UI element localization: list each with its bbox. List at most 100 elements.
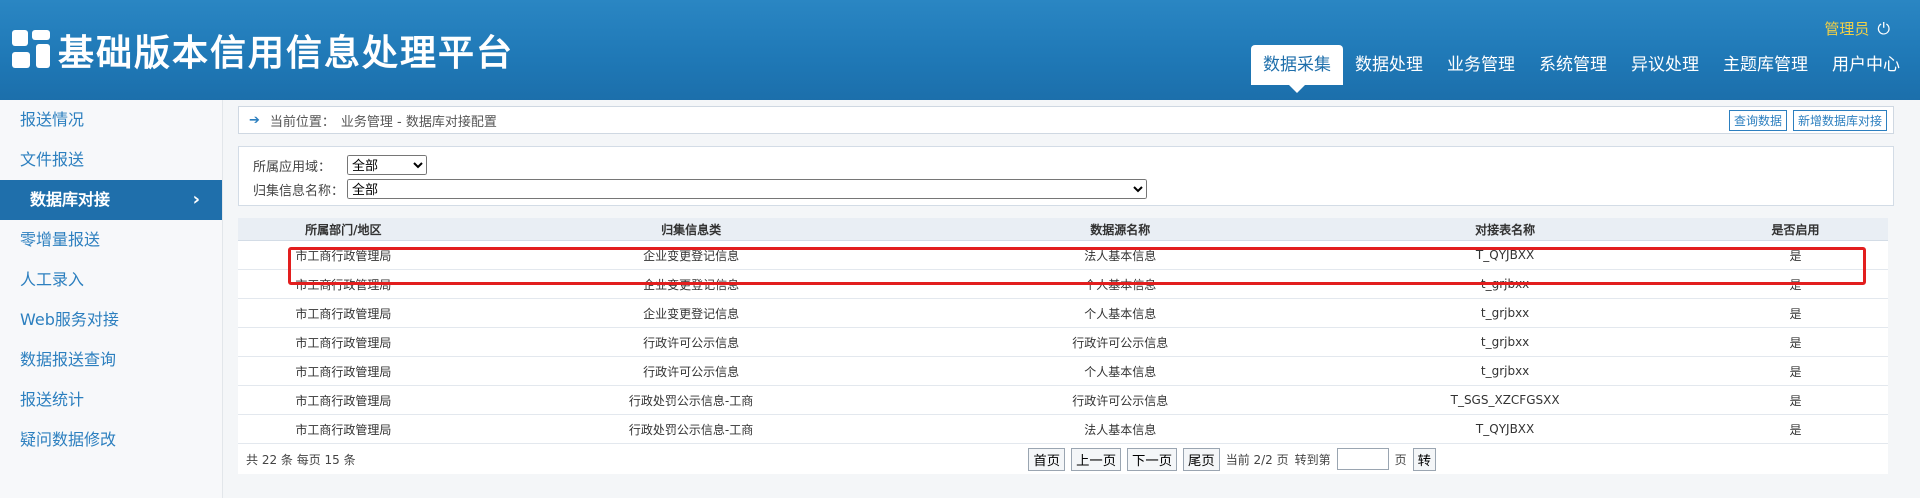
table-cell: 个人基本信息 bbox=[933, 269, 1308, 299]
pager-controls: 首页 上一页 下一页 尾页 当前 2/2 页 转到第 页 转 bbox=[1028, 447, 1436, 471]
query-data-button[interactable]: 查询数据 bbox=[1728, 109, 1787, 131]
table-cell: 市工商行政管理局 bbox=[238, 356, 449, 386]
table-cell: 是 bbox=[1703, 414, 1888, 444]
table-row[interactable]: 市工商行政管理局 企业变更登记信息 个人基本信息 t_grjbxx 是 bbox=[238, 298, 1888, 328]
sidebar-item-submission-status[interactable]: 报送情况 bbox=[0, 100, 222, 140]
table-cell: 行政许可公示信息 bbox=[448, 327, 934, 357]
info-select[interactable]: 全部 bbox=[347, 179, 1147, 199]
nav-item-data-collection[interactable]: 数据采集 bbox=[1251, 45, 1343, 93]
table-cell: 行政处罚公示信息-工商 bbox=[448, 385, 934, 415]
top-header: 基础版本信用信息处理平台 管理员 ⏻ 数据采集 数据处理 业务管理 系统管理 异… bbox=[0, 0, 1920, 100]
nav-item-system-management[interactable]: 系统管理 bbox=[1527, 45, 1619, 85]
nav-item-user-center[interactable]: 用户中心 bbox=[1820, 45, 1912, 85]
table-cell: 个人基本信息 bbox=[933, 356, 1308, 386]
sidebar-item-database-connection[interactable]: 数据库对接 › bbox=[0, 180, 222, 220]
table-cell: 企业变更登记信息 bbox=[448, 240, 934, 270]
table-cell: 是 bbox=[1703, 269, 1888, 299]
sidebar-item-label: 报送情况 bbox=[20, 110, 85, 129]
sidebar-item-file-submission[interactable]: 文件报送 bbox=[0, 140, 222, 180]
sidebar-item-label: 数据报送查询 bbox=[20, 350, 117, 369]
user-area: 管理员 ⏻ bbox=[1824, 18, 1890, 39]
first-page-button[interactable]: 首页 bbox=[1028, 447, 1066, 471]
sidebar-item-web-service[interactable]: Web服务对接 bbox=[0, 300, 222, 340]
table-cell: 法人基本信息 bbox=[933, 240, 1308, 270]
nav-item-objection-processing[interactable]: 异议处理 bbox=[1619, 45, 1711, 85]
sidebar-item-label: 报送统计 bbox=[20, 390, 85, 409]
sidebar-item-manual-entry[interactable]: 人工录入 bbox=[0, 260, 222, 300]
table-header-row: 所属部门/地区 归集信息类 数据源名称 对接表名称 是否启用 bbox=[238, 218, 1888, 241]
nav-item-business-management[interactable]: 业务管理 bbox=[1435, 45, 1527, 85]
goto-page-input[interactable] bbox=[1336, 448, 1389, 470]
pagination: 共 22 条 每页 15 条 首页 上一页 下一页 尾页 当前 2/2 页 转到… bbox=[238, 444, 1888, 474]
next-page-button[interactable]: 下一页 bbox=[1127, 447, 1178, 471]
table-cell: 是 bbox=[1703, 240, 1888, 270]
table-cell: 行政许可公示信息 bbox=[448, 356, 934, 386]
column-header: 对接表名称 bbox=[1307, 218, 1704, 241]
nav-item-label: 数据采集 bbox=[1263, 55, 1331, 75]
arrow-right-icon: ➔ bbox=[249, 112, 260, 128]
table-cell: 行政许可公示信息 bbox=[933, 385, 1308, 415]
logo: 基础版本信用信息处理平台 bbox=[12, 24, 514, 76]
nav-item-label: 主题库管理 bbox=[1723, 55, 1808, 75]
table-cell: 企业变更登记信息 bbox=[448, 298, 934, 328]
sidebar-item-label: Web服务对接 bbox=[20, 310, 119, 329]
table-cell: 市工商行政管理局 bbox=[238, 385, 449, 415]
table-row[interactable]: 市工商行政管理局 企业变更登记信息 个人基本信息 t_grjbxx 是 bbox=[238, 269, 1888, 299]
table-cell: 行政许可公示信息 bbox=[933, 327, 1308, 357]
table-row[interactable]: 市工商行政管理局 行政处罚公示信息-工商 行政许可公示信息 T_SGS_XZCF… bbox=[238, 385, 1888, 415]
top-nav: 数据采集 数据处理 业务管理 系统管理 异议处理 主题库管理 用户中心 bbox=[1251, 45, 1912, 93]
table-cell: t_grjbxx bbox=[1307, 298, 1704, 328]
prev-page-button[interactable]: 上一页 bbox=[1071, 447, 1122, 471]
data-table: 所属部门/地区 归集信息类 数据源名称 对接表名称 是否启用 市工商行政管理局 … bbox=[238, 218, 1888, 444]
table-row[interactable]: 市工商行政管理局 行政许可公示信息 个人基本信息 t_grjbxx 是 bbox=[238, 356, 1888, 386]
table-cell: 市工商行政管理局 bbox=[238, 298, 449, 328]
column-header: 归集信息类 bbox=[448, 218, 934, 241]
column-header: 是否启用 bbox=[1703, 218, 1888, 241]
sidebar: 报送情况 文件报送 数据库对接 › 零增量报送 人工录入 Web服务对接 数据报… bbox=[0, 100, 223, 498]
sidebar-item-zero-increment[interactable]: 零增量报送 bbox=[0, 220, 222, 260]
column-header: 所属部门/地区 bbox=[238, 218, 449, 241]
admin-label[interactable]: 管理员 bbox=[1824, 18, 1869, 39]
table-cell: 企业变更登记信息 bbox=[448, 269, 934, 299]
last-page-button[interactable]: 尾页 bbox=[1183, 447, 1220, 471]
table-cell: 市工商行政管理局 bbox=[238, 414, 449, 444]
nav-item-data-processing[interactable]: 数据处理 bbox=[1343, 45, 1435, 85]
table-cell: 是 bbox=[1703, 298, 1888, 328]
nav-item-topic-library[interactable]: 主题库管理 bbox=[1711, 45, 1820, 85]
sidebar-item-label: 疑问数据修改 bbox=[20, 430, 117, 449]
table-cell: 是 bbox=[1703, 327, 1888, 357]
domain-select[interactable]: 全部 bbox=[347, 155, 427, 175]
table-cell: 市工商行政管理局 bbox=[238, 327, 449, 357]
table-cell: t_grjbxx bbox=[1307, 327, 1704, 357]
pager-summary: 共 22 条 每页 15 条 bbox=[246, 452, 356, 467]
info-label: 归集信息名称： bbox=[253, 183, 345, 199]
nav-item-label: 业务管理 bbox=[1447, 55, 1515, 75]
goto-button[interactable]: 转 bbox=[1412, 447, 1436, 471]
page-current: 当前 2/2 页 bbox=[1225, 452, 1289, 467]
chevron-right-icon: › bbox=[192, 189, 200, 210]
sidebar-item-statistics[interactable]: 报送统计 bbox=[0, 380, 222, 420]
table-row[interactable]: 市工商行政管理局 企业变更登记信息 法人基本信息 T_QYJBXX 是 bbox=[238, 240, 1888, 270]
filter-row-info: 归集信息名称： 全部 bbox=[253, 177, 1883, 201]
table-cell: 个人基本信息 bbox=[933, 298, 1308, 328]
table-cell: 市工商行政管理局 bbox=[238, 240, 449, 270]
filter-row-domain: 所属应用域： 全部 bbox=[253, 153, 1883, 177]
table-cell: T_SGS_XZCFGSXX bbox=[1307, 385, 1704, 415]
table-cell: 法人基本信息 bbox=[933, 414, 1308, 444]
table-row[interactable]: 市工商行政管理局 行政处罚公示信息-工商 法人基本信息 T_QYJBXX 是 bbox=[238, 414, 1888, 444]
domain-label: 所属应用域： bbox=[253, 159, 332, 175]
goto-label: 转到第 bbox=[1294, 452, 1331, 467]
table-cell: 是 bbox=[1703, 385, 1888, 415]
nav-item-label: 数据处理 bbox=[1355, 55, 1423, 75]
breadcrumb: ➔ 当前位置： 业务管理 - 数据库对接配置 查询数据 新增数据库对接 bbox=[238, 106, 1894, 134]
main-content: ➔ 当前位置： 业务管理 - 数据库对接配置 查询数据 新增数据库对接 所属应用… bbox=[238, 106, 1894, 474]
table-cell: T_QYJBXX bbox=[1307, 414, 1704, 444]
table-container: 所属部门/地区 归集信息类 数据源名称 对接表名称 是否启用 市工商行政管理局 … bbox=[238, 218, 1888, 474]
app-title: 基础版本信用信息处理平台 bbox=[58, 33, 515, 74]
power-icon[interactable]: ⏻ bbox=[1877, 19, 1890, 39]
sidebar-item-question-data[interactable]: 疑问数据修改 bbox=[0, 420, 222, 460]
nav-item-label: 异议处理 bbox=[1631, 55, 1699, 75]
add-db-connection-button[interactable]: 新增数据库对接 bbox=[1792, 109, 1887, 131]
table-row[interactable]: 市工商行政管理局 行政许可公示信息 行政许可公示信息 t_grjbxx 是 bbox=[238, 327, 1888, 357]
sidebar-item-query[interactable]: 数据报送查询 bbox=[0, 340, 222, 380]
